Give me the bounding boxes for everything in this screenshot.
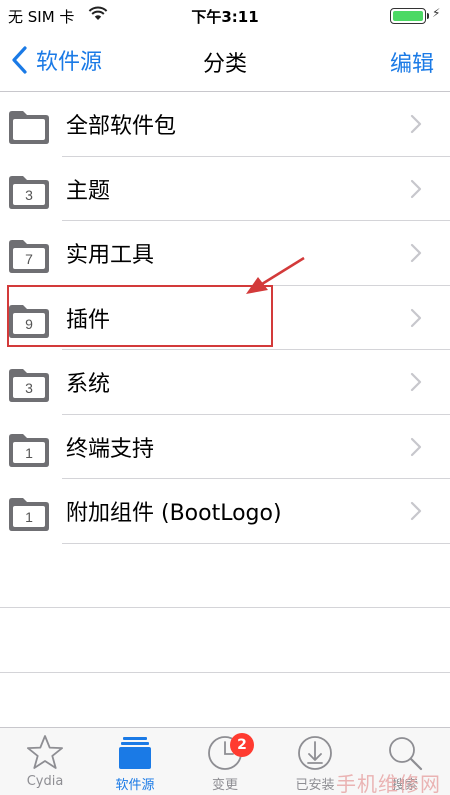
highlight-annotation-box: [7, 285, 273, 347]
chevron-right-icon: [410, 437, 422, 456]
empty-list-row: [0, 544, 450, 609]
sources-icon: [119, 737, 151, 769]
battery-level: [393, 11, 423, 21]
section-label: 全部软件包: [66, 114, 177, 139]
watermark-text: 手机维修网: [336, 772, 441, 795]
chevron-right-icon: [410, 114, 422, 134]
folder-icon: 3: [9, 369, 49, 402]
section-label: 主题: [66, 178, 111, 204]
star-icon: [27, 735, 63, 769]
section-row-themes[interactable]: 3 主题: [0, 157, 450, 222]
tab-label: 软件源: [115, 778, 155, 793]
search-icon: [389, 737, 423, 771]
section-row-all-packages[interactable]: 全部软件包: [0, 92, 450, 157]
section-label: 实用工具: [66, 243, 155, 268]
section-label: 系统: [66, 372, 111, 397]
status-time: 下午3:11: [191, 8, 259, 26]
section-row-terminal-support[interactable]: 1 终端支持: [0, 415, 450, 480]
section-row-system[interactable]: 3 系统: [0, 350, 450, 415]
section-label: 终端支持: [66, 436, 155, 462]
folder-icon: 7: [9, 240, 49, 273]
empty-list-row: [0, 608, 450, 673]
battery-icon: [390, 8, 426, 24]
changes-badge: 2: [230, 733, 254, 757]
folder-icon: 1: [9, 433, 49, 467]
chevron-right-icon: [410, 501, 422, 521]
tab-label: Cydia: [26, 774, 64, 789]
tab-changes[interactable]: 变更 2: [180, 728, 270, 795]
charging-icon: ⚡: [432, 6, 441, 20]
section-list: 全部软件包 3 主题 7 实用工具 9 插件 3 系统 1 终端支持 1 附加组…: [0, 92, 450, 673]
navigation-bar: 软件源 分类 编辑: [0, 30, 450, 92]
folder-icon: 3: [9, 175, 49, 209]
section-count: 1: [25, 445, 33, 461]
folder-icon: 1: [9, 498, 49, 531]
chevron-right-icon: [410, 372, 422, 392]
tab-cydia[interactable]: Cydia: [0, 728, 90, 795]
chevron-right-icon: [410, 243, 422, 263]
folder-icon: [9, 111, 49, 144]
section-count: 3: [25, 380, 33, 396]
section-label: 附加组件 (BootLogo): [66, 501, 282, 526]
download-icon: [298, 736, 332, 770]
tab-label: 变更: [211, 778, 238, 793]
section-count: 3: [25, 187, 33, 203]
chevron-right-icon: [410, 179, 422, 198]
tab-sources[interactable]: 软件源: [90, 728, 180, 795]
section-row-addons-bootlogo[interactable]: 1 附加组件 (BootLogo): [0, 479, 450, 544]
tab-label: 已安装: [295, 778, 335, 793]
edit-button[interactable]: 编辑: [390, 46, 434, 78]
section-count: 7: [25, 251, 33, 267]
section-row-utilities[interactable]: 7 实用工具: [0, 221, 450, 286]
section-count: 1: [25, 509, 33, 525]
status-bar: 无 SIM 卡 下午3:11 ⚡: [0, 0, 450, 30]
chevron-right-icon: [410, 308, 422, 327]
page-title: 分类: [202, 52, 247, 77]
